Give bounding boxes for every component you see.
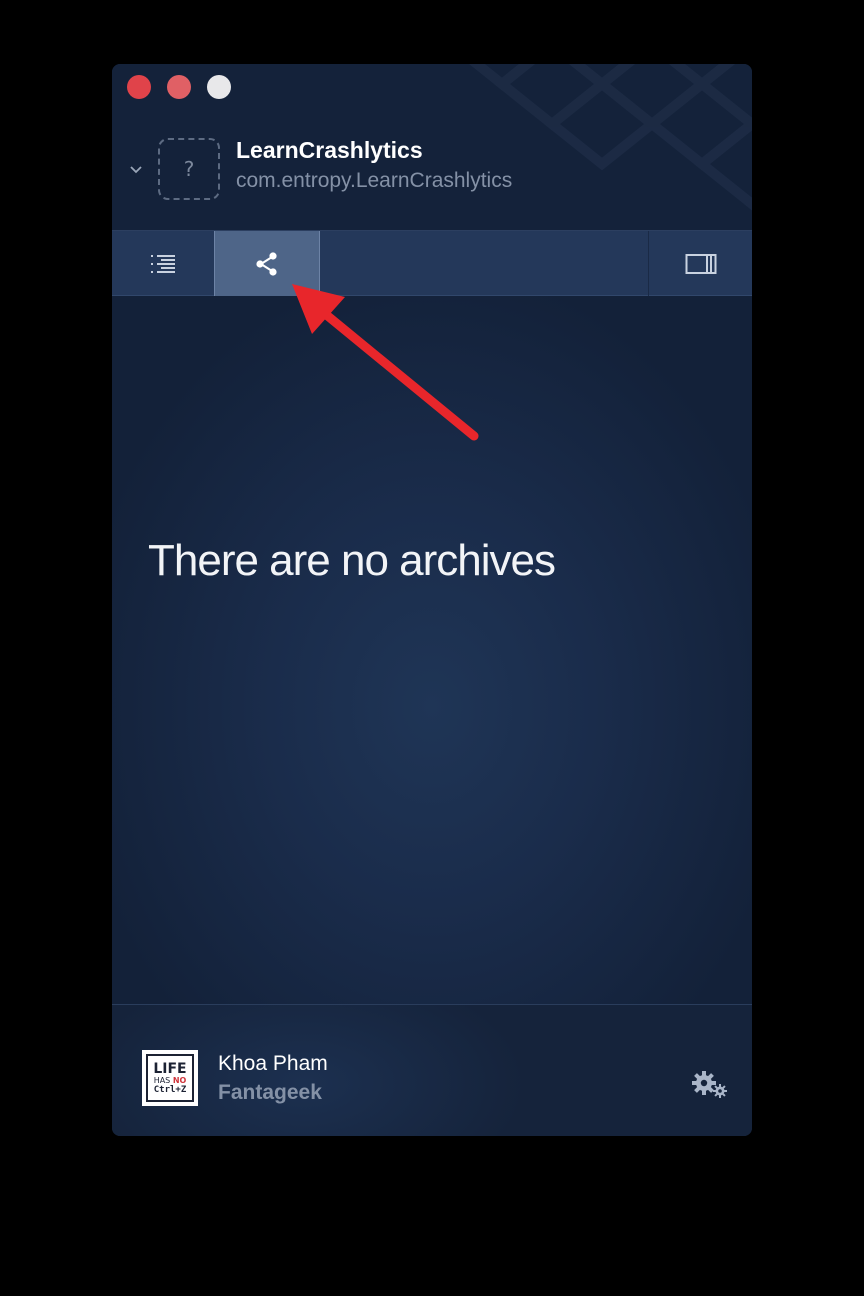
sidebar-panel-icon	[685, 254, 716, 274]
organization-name[interactable]: Fantageek	[218, 1081, 322, 1105]
avatar-text-has: HAS	[153, 1075, 171, 1085]
bundle-identifier: com.entropy.LearnCrashlytics	[236, 169, 513, 192]
app-icon-question-mark: ?	[183, 157, 195, 181]
avatar[interactable]: LIFE HAS NO Ctrl+Z	[142, 1050, 198, 1106]
avatar-text-no: NO	[172, 1075, 187, 1085]
window-minimize-button[interactable]	[167, 75, 191, 99]
header: ? LearnCrashlytics com.entropy.LearnCras…	[112, 64, 752, 230]
header-background-pattern	[468, 64, 752, 211]
avatar-logo: LIFE HAS NO Ctrl+Z	[146, 1054, 194, 1102]
window-close-button[interactable]	[127, 75, 151, 99]
settings-gear-icon[interactable]	[690, 1069, 730, 1101]
avatar-text-life: LIFE	[153, 1060, 187, 1077]
toggle-sidebar-button[interactable]	[648, 231, 752, 297]
share-icon	[256, 252, 277, 276]
archives-panel: There are no archives	[112, 296, 752, 1004]
app-icon-placeholder[interactable]: ?	[158, 138, 220, 200]
tab-list[interactable]	[112, 231, 214, 297]
app-name: LearnCrashlytics	[236, 137, 423, 163]
empty-state-message: There are no archives	[148, 536, 556, 585]
app-window: ? LearnCrashlytics com.entropy.LearnCras…	[112, 64, 752, 1136]
account-footer: LIFE HAS NO Ctrl+Z Khoa Pham Fantageek	[112, 1004, 752, 1136]
toolbar	[112, 230, 752, 297]
chevron-down-icon[interactable]	[128, 162, 144, 178]
avatar-text-ctrlz: Ctrl+Z	[153, 1084, 187, 1095]
window-zoom-button[interactable]	[207, 75, 231, 99]
avatar-text-has-no: HAS NO	[153, 1075, 187, 1085]
tab-share[interactable]	[214, 231, 320, 297]
user-name: Khoa Pham	[218, 1052, 328, 1075]
list-icon	[151, 255, 175, 273]
